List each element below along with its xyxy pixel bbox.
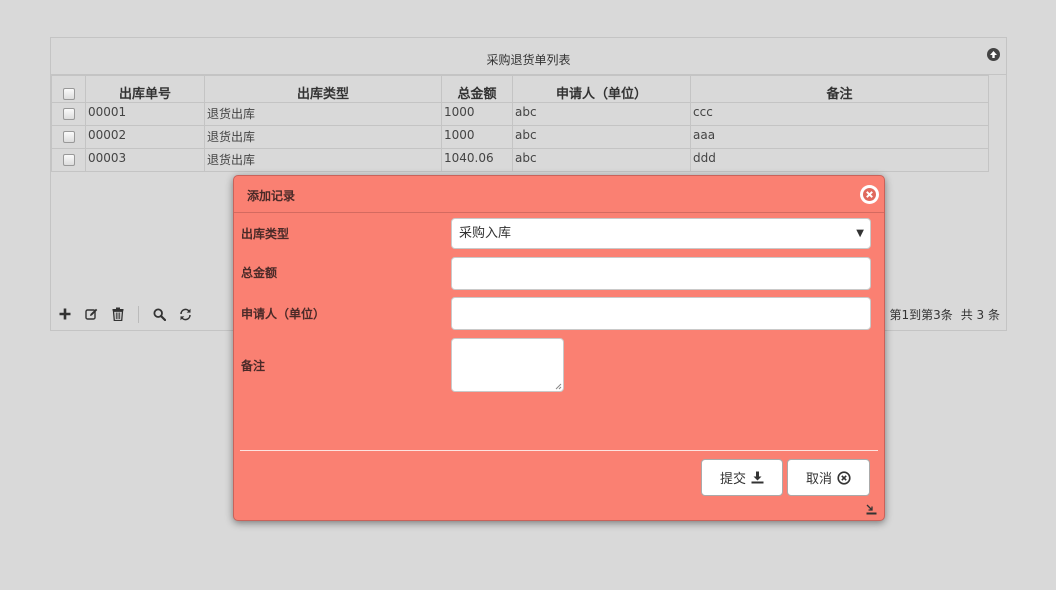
cell-note: ddd — [690, 148, 989, 172]
cell-type: 退货出库 — [204, 102, 442, 126]
close-circle-icon[interactable] — [860, 185, 879, 204]
download-icon — [751, 471, 764, 484]
resize-grip-icon[interactable] — [555, 383, 562, 390]
resize-icon[interactable] — [866, 504, 877, 515]
grid-title: 采购退货单列表 — [486, 53, 571, 67]
close-circle-icon — [837, 470, 851, 485]
column-header[interactable]: 申请人（单位） — [512, 75, 691, 103]
cell-amount: 1040.06 — [441, 148, 513, 172]
trash-icon[interactable] — [110, 306, 126, 322]
type-select-value: 采购入库 — [459, 226, 512, 241]
pager-info: 第1到第3条共 3 条 — [881, 306, 1000, 323]
pager-range: 第1到第3条 — [889, 308, 953, 322]
table-row[interactable]: 00003 退货出库 1040.06 abc ddd — [51, 148, 989, 172]
cell-amount: 1000 — [441, 102, 513, 126]
table-row[interactable]: 00001 退货出库 1000 abc ccc — [51, 102, 989, 126]
type-select[interactable]: 采购入库 ▼ — [451, 218, 871, 249]
applicant-label: 申请人（单位） — [241, 307, 326, 321]
column-header[interactable]: 备注 — [690, 75, 989, 103]
cancel-label: 取消 — [805, 472, 832, 487]
plus-icon[interactable] — [57, 306, 73, 322]
arrow-up-circle-icon[interactable] — [987, 48, 1000, 61]
search-icon[interactable] — [151, 306, 167, 322]
select-all-cell — [51, 75, 86, 103]
cell-applicant: abc — [512, 125, 691, 149]
edit-icon[interactable] — [83, 306, 99, 322]
cell-type: 退货出库 — [204, 125, 442, 149]
grid-caption: 采购退货单列表 — [51, 38, 1006, 75]
column-header[interactable]: 出库类型 — [204, 75, 442, 103]
type-label: 出库类型 — [241, 227, 290, 241]
cell-no: 00001 — [85, 102, 205, 126]
table-row[interactable]: 00002 退货出库 1000 abc aaa — [51, 125, 989, 149]
cell-applicant: abc — [512, 148, 691, 172]
cell-type: 退货出库 — [204, 148, 442, 172]
cell-note: aaa — [690, 125, 989, 149]
column-header[interactable]: 总金额 — [441, 75, 513, 103]
submit-button[interactable]: 提交 — [701, 459, 783, 496]
row-checkbox-cell — [51, 148, 86, 172]
dialog-header[interactable]: 添加记录 — [234, 176, 884, 213]
refresh-icon[interactable] — [177, 306, 193, 322]
table-header-row: 出库单号 出库类型 总金额 申请人（单位） 备注 — [51, 75, 989, 103]
cell-no: 00003 — [85, 148, 205, 172]
applicant-input[interactable] — [451, 297, 871, 330]
note-textarea[interactable] — [451, 338, 564, 392]
add-record-dialog: 添加记录 出库类型 采购入库 ▼ 总金额 申请人（单位） 备注 提交 取消 — [233, 175, 885, 521]
dialog-title: 添加记录 — [247, 189, 296, 203]
cell-applicant: abc — [512, 102, 691, 126]
row-checkbox-cell — [51, 102, 86, 126]
amount-input[interactable] — [451, 257, 871, 290]
toolbar-divider — [138, 306, 139, 323]
data-table: 出库单号 出库类型 总金额 申请人（单位） 备注 00001 退货出库 1000… — [51, 75, 989, 172]
column-header[interactable]: 出库单号 — [85, 75, 205, 103]
submit-label: 提交 — [719, 472, 746, 487]
amount-label: 总金额 — [241, 266, 278, 280]
select-all-checkbox[interactable] — [62, 88, 75, 100]
note-label: 备注 — [241, 359, 266, 373]
cell-note: ccc — [690, 102, 989, 126]
row-checkbox-cell — [51, 125, 86, 149]
cell-amount: 1000 — [441, 125, 513, 149]
row-checkbox[interactable] — [62, 108, 75, 120]
dialog-divider — [240, 450, 878, 451]
row-checkbox[interactable] — [62, 131, 75, 143]
cell-no: 00002 — [85, 125, 205, 149]
cancel-button[interactable]: 取消 — [787, 459, 870, 496]
row-checkbox[interactable] — [62, 154, 75, 166]
pager-total: 共 3 条 — [960, 308, 1000, 322]
caret-down-icon: ▼ — [856, 228, 864, 239]
